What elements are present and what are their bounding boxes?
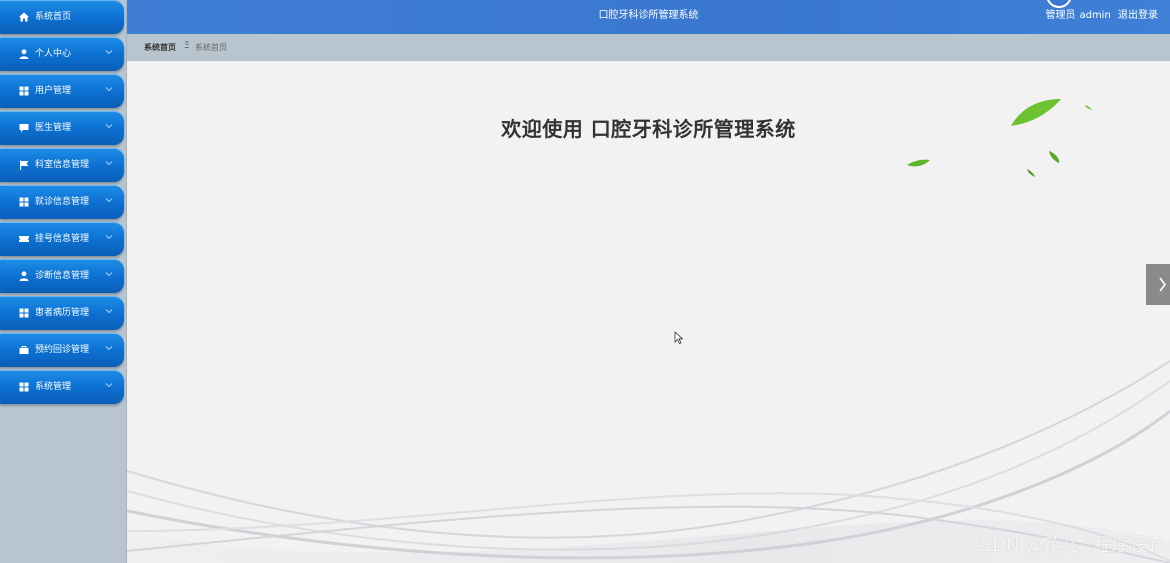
- main-content: 欢迎使用 口腔牙科诊所管理系统 CSDN @花儿 *程序设计: [127, 61, 1170, 563]
- user-icon: [19, 49, 29, 59]
- sidebar: 系统首页 个人中心 用户管理 医生管理 科室信息管理 就诊信息管理 挂号信息管理…: [0, 0, 127, 563]
- chat-icon: [19, 124, 29, 133]
- breadcrumb: 系统首页 Ξ 系统首页: [127, 34, 1170, 61]
- app-title: 口腔牙科诊所管理系统: [598, 10, 699, 21]
- chevron-down-icon: [105, 346, 113, 351]
- avatar[interactable]: [1046, 0, 1072, 8]
- sidebar-item-diagnosis-info[interactable]: 诊断信息管理: [0, 259, 124, 293]
- sidebar-item-system-management[interactable]: 系统管理: [0, 370, 124, 404]
- grid-icon: [19, 308, 29, 318]
- mouse-cursor-icon: [674, 331, 684, 345]
- sidebar-item-label: 个人中心: [35, 49, 72, 59]
- expand-panel-button[interactable]: [1146, 264, 1170, 305]
- chevron-down-icon: [105, 50, 113, 55]
- grid-icon: [19, 382, 29, 392]
- chevron-down-icon: [105, 309, 113, 314]
- sidebar-item-home[interactable]: 系统首页: [0, 0, 124, 34]
- user-icon: [19, 271, 29, 281]
- sidebar-item-registration-info[interactable]: 挂号信息管理: [0, 222, 124, 256]
- breadcrumb-current: 系统首页: [195, 43, 227, 52]
- watermark: CSDN @花儿 *程序设计: [968, 535, 1166, 556]
- logout-link[interactable]: 退出登录: [1118, 10, 1158, 21]
- sidebar-item-doctor-management[interactable]: 医生管理: [0, 111, 124, 145]
- sidebar-item-personal-center[interactable]: 个人中心: [0, 37, 124, 71]
- breadcrumb-separator: Ξ: [184, 41, 190, 51]
- top-header: 口腔牙科诊所管理系统 管理员 admin 退出登录: [127, 0, 1170, 34]
- sidebar-item-label: 系统管理: [35, 382, 72, 392]
- grid-icon: [19, 197, 29, 207]
- sidebar-item-department-info[interactable]: 科室信息管理: [0, 148, 124, 182]
- chevron-right-icon: [1159, 277, 1167, 292]
- user-area: 管理员 admin 退出登录: [1041, 9, 1158, 23]
- briefcase-icon: [19, 346, 29, 354]
- grid-icon: [19, 86, 29, 96]
- chevron-down-icon: [105, 383, 113, 388]
- sidebar-item-label: 科室信息管理: [35, 160, 90, 170]
- chevron-down-icon: [105, 198, 113, 203]
- flag-icon: [20, 160, 29, 170]
- sidebar-item-label: 诊断信息管理: [35, 271, 90, 281]
- welcome-heading: 欢迎使用 口腔牙科诊所管理系统: [501, 117, 796, 141]
- home-icon: [19, 12, 29, 22]
- user-role: 管理员: [1045, 10, 1076, 21]
- sidebar-item-label: 患者病历管理: [35, 308, 90, 318]
- sidebar-item-visit-info[interactable]: 就诊信息管理: [0, 185, 124, 219]
- sidebar-item-label: 预约回诊管理: [35, 345, 90, 355]
- ticket-icon: [19, 236, 29, 242]
- breadcrumb-home[interactable]: 系统首页: [144, 42, 176, 53]
- sidebar-item-followup-appointment[interactable]: 预约回诊管理: [0, 333, 124, 367]
- sidebar-item-label: 用户管理: [35, 86, 72, 96]
- chevron-down-icon: [105, 161, 113, 166]
- chevron-down-icon: [105, 272, 113, 277]
- chevron-down-icon: [105, 124, 113, 129]
- sidebar-item-patient-records[interactable]: 患者病历管理: [0, 296, 124, 330]
- chevron-down-icon: [105, 87, 113, 92]
- sidebar-item-label: 挂号信息管理: [35, 234, 90, 244]
- sidebar-item-label: 医生管理: [35, 123, 72, 133]
- chevron-down-icon: [105, 235, 113, 240]
- sidebar-item-user-management[interactable]: 用户管理: [0, 74, 124, 108]
- sidebar-item-label: 就诊信息管理: [35, 197, 90, 207]
- username: admin: [1079, 10, 1111, 21]
- sidebar-item-label: 系统首页: [35, 12, 72, 22]
